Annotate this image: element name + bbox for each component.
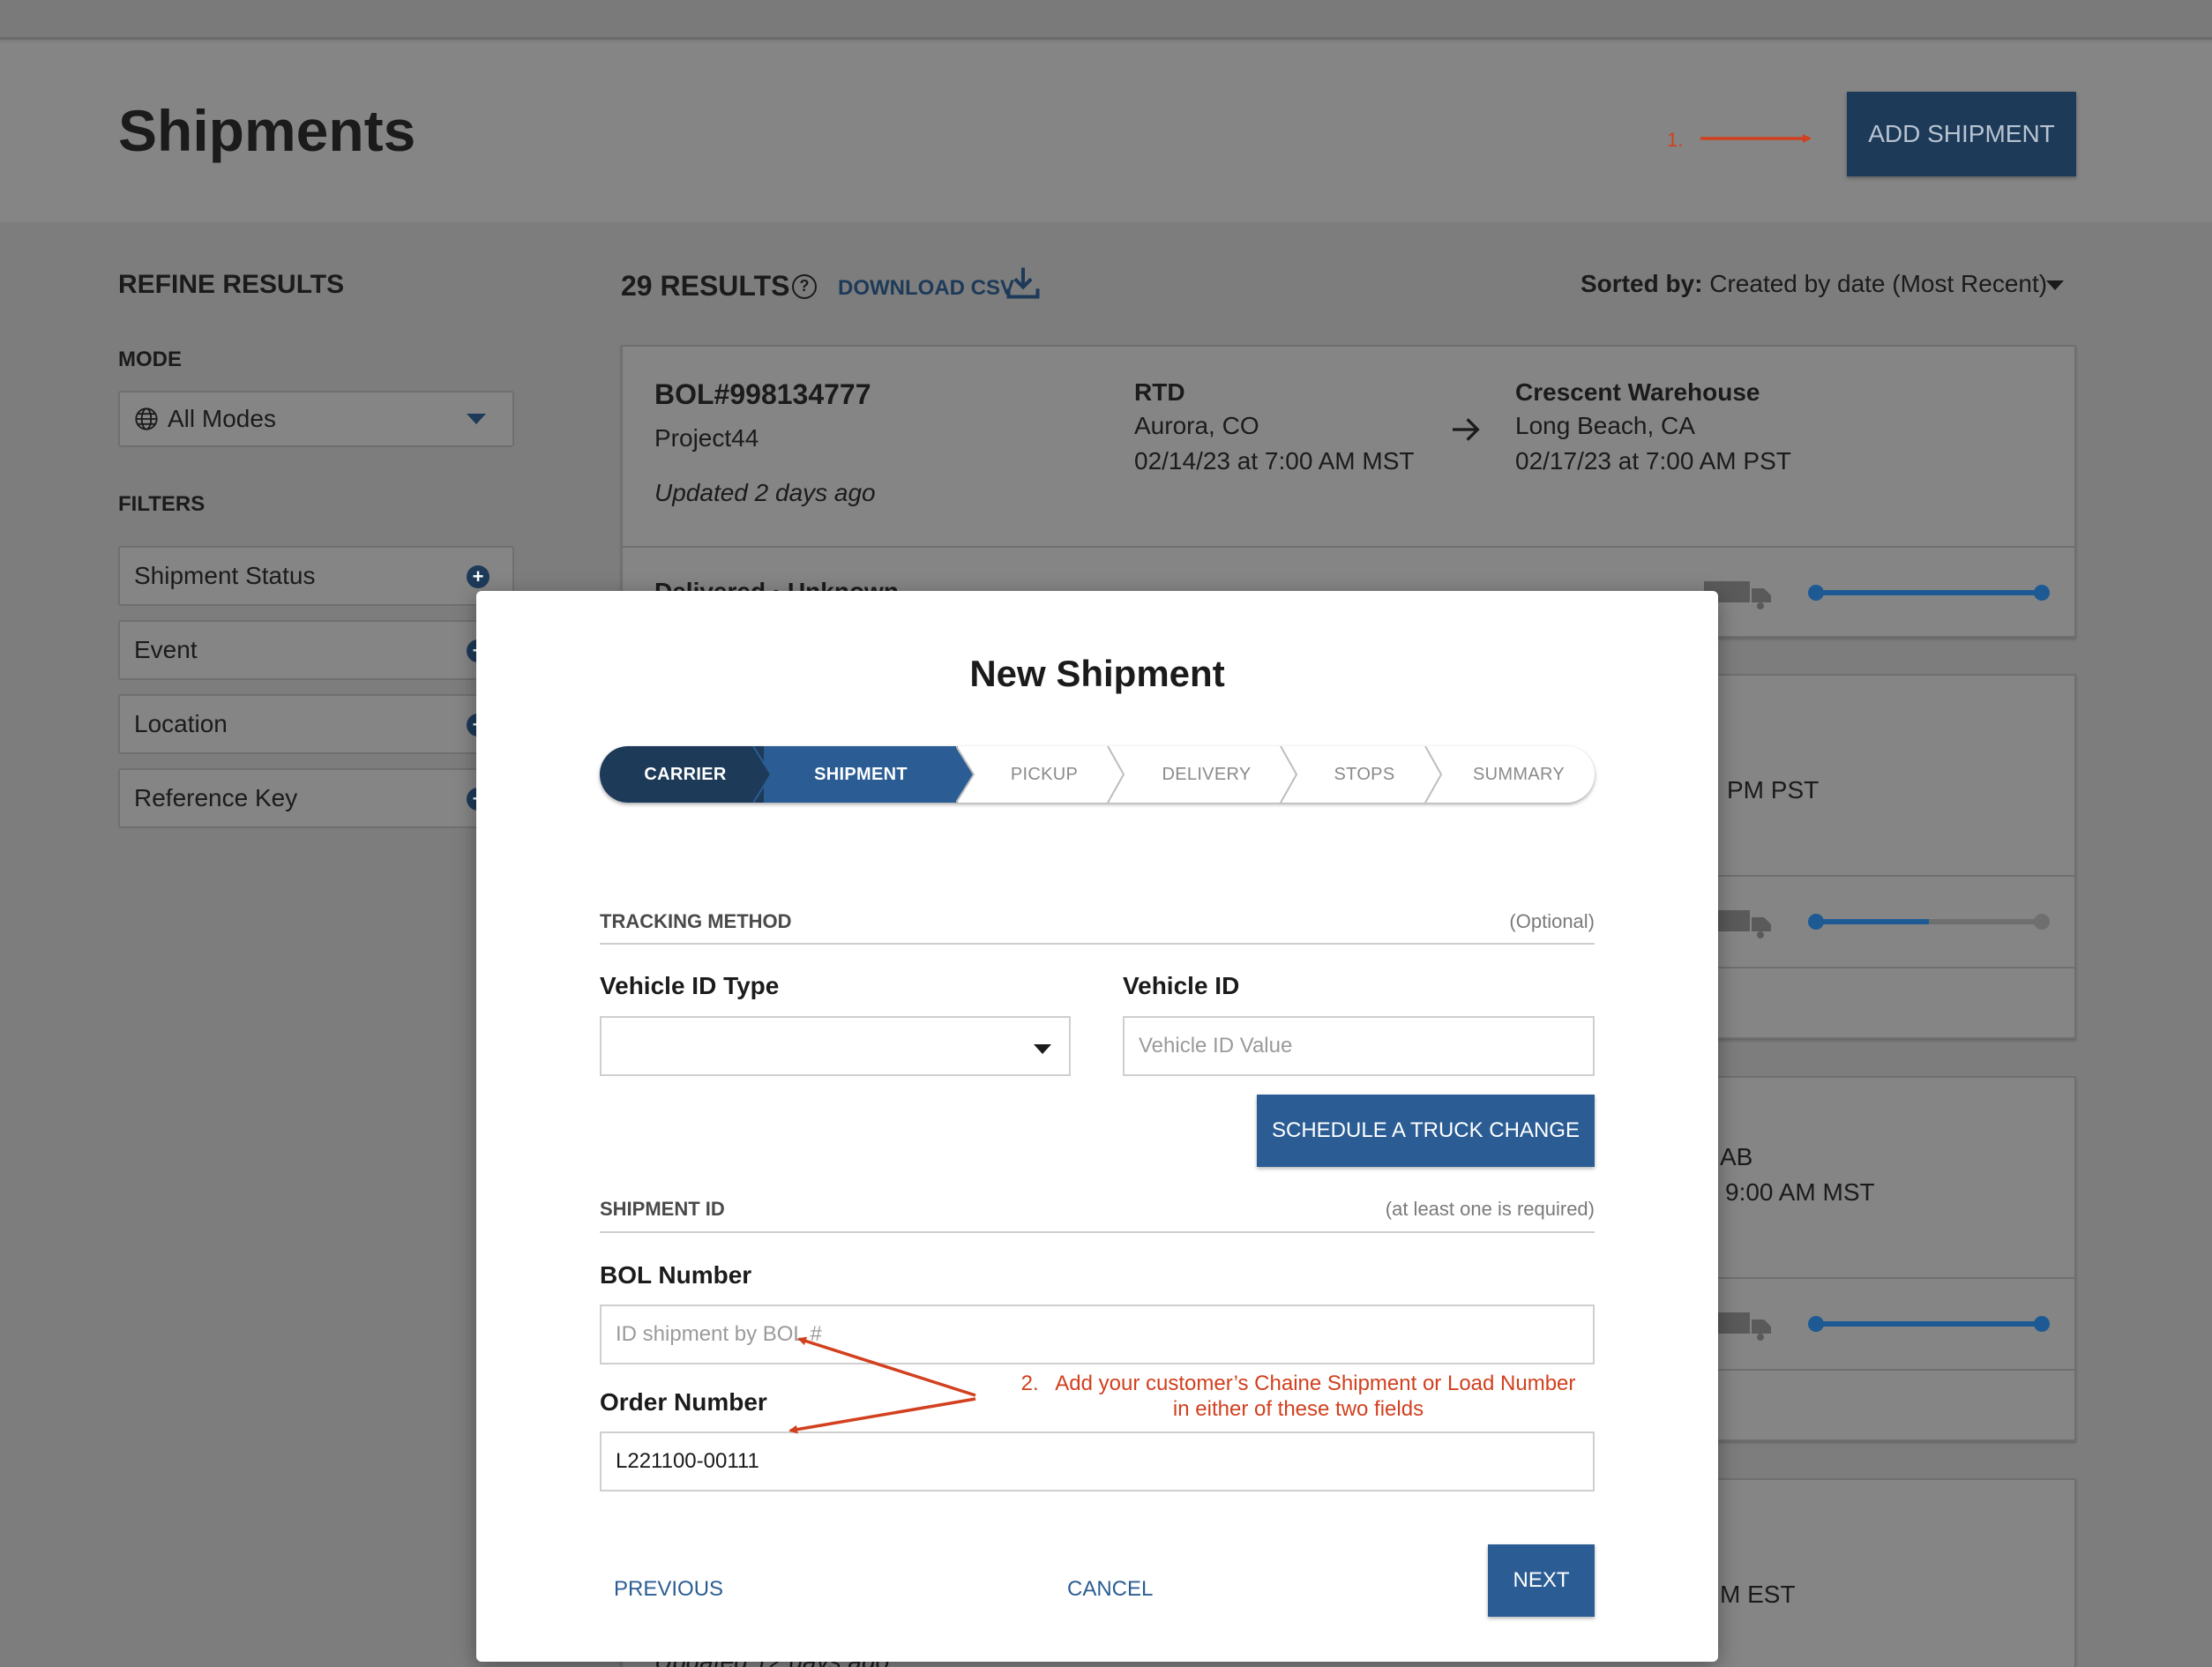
annotation-line-1: Add your customer’s Chaine Shipment or L… [1055, 1372, 1576, 1395]
download-icon[interactable] [1004, 263, 1042, 302]
filters-label: FILTERS [118, 492, 206, 516]
bol-number-input[interactable] [600, 1304, 1595, 1364]
annotation-line-2: in either of these two fields [1172, 1397, 1424, 1421]
updated-time: Updated 2 days ago [654, 479, 876, 506]
progress-fill [1813, 590, 2044, 595]
add-shipment-button[interactable]: ADD SHIPMENT [1847, 92, 2076, 176]
destination-time: 02/17/23 at 7:00 AM PST [1515, 447, 1791, 475]
chevron-down-icon[interactable] [2046, 280, 2064, 290]
vehicle-id-input[interactable] [1123, 1016, 1595, 1076]
filter-location[interactable]: Location + [118, 694, 514, 754]
plus-icon: + [467, 565, 489, 588]
mode-select-value: All Modes [168, 405, 276, 432]
vehicle-id-type-label: Vehicle ID Type [600, 972, 780, 999]
shipment-progress [1808, 914, 2050, 930]
step-shipment[interactable]: SHIPMENT [764, 746, 958, 803]
globe-icon [135, 407, 158, 430]
vehicle-id-label: Vehicle ID [1123, 972, 1240, 999]
filter-shipment-status[interactable]: Shipment Status + [118, 546, 514, 606]
progress-start-dot [1808, 1316, 1824, 1332]
previous-button[interactable]: PREVIOUS [614, 1577, 723, 1602]
filter-label: Reference Key [134, 784, 298, 811]
origin-city: Aurora, CO [1134, 412, 1259, 439]
tracking-method-hint: (Optional) [1509, 910, 1595, 932]
next-button[interactable]: NEXT [1488, 1544, 1595, 1617]
step-summary[interactable]: SUMMARY [1443, 746, 1595, 803]
section-divider [600, 943, 1595, 945]
order-number-input[interactable] [600, 1432, 1595, 1491]
bol-number: BOL#998134777 [654, 378, 871, 410]
shipment-id-heading: SHIPMENT ID [600, 1198, 725, 1220]
card-divider [623, 546, 2074, 548]
chevron-down-icon [467, 414, 486, 424]
bol-number-label: BOL Number [600, 1261, 752, 1289]
step-separator [753, 746, 773, 803]
filter-event[interactable]: Event + [118, 620, 514, 680]
mode-select[interactable]: All Modes [118, 391, 514, 447]
shipment-id-hint: (at least one is required) [1385, 1198, 1595, 1220]
step-separator [1107, 746, 1125, 803]
destination-time: M EST [1720, 1581, 1796, 1608]
shipment-progress [1808, 1316, 2050, 1332]
step-pickup[interactable]: PICKUP [975, 746, 1113, 803]
annotation-step-2: 2. Add your customer’s Chaine Shipment o… [1011, 1371, 1586, 1422]
step-carrier[interactable]: CARRIER [600, 746, 764, 803]
destination-time: PM PST [1727, 776, 1820, 804]
progress-fill [1813, 1321, 2044, 1327]
results-count: 29 RESULTS [621, 270, 790, 302]
page-title: Shipments [118, 98, 416, 163]
annotation-step-1: 1. [1667, 129, 1684, 151]
destination-city: AB [1720, 1143, 1753, 1170]
step-separator [956, 746, 975, 803]
sort-label: Sorted by: [1581, 270, 1703, 297]
filter-label: Event [134, 636, 198, 663]
step-stops[interactable]: STOPS [1298, 746, 1431, 803]
sort-control[interactable]: Sorted by: Created by date (Most Recent) [1581, 270, 2047, 298]
destination-city: Long Beach, CA [1515, 412, 1695, 439]
sort-value: Created by date (Most Recent) [1709, 270, 2048, 297]
step-progress: CARRIER SHIPMENT PICKUP DELIVERY STOPS S… [600, 746, 1595, 803]
origin-time: 02/14/23 at 7:00 AM MST [1134, 447, 1415, 475]
vehicle-id-type-select[interactable] [600, 1016, 1071, 1076]
shipment-progress [1808, 585, 2050, 601]
step-delivery[interactable]: DELIVERY [1125, 746, 1288, 803]
schedule-truck-change-button[interactable]: SCHEDULE A TRUCK CHANGE [1257, 1095, 1595, 1167]
progress-end-dot [2034, 914, 2050, 930]
section-divider [600, 1231, 1595, 1233]
chevron-down-icon [1034, 1044, 1051, 1054]
destination-name: Crescent Warehouse [1515, 378, 1760, 406]
top-bar [0, 0, 2212, 40]
progress-start-dot [1808, 914, 1824, 930]
progress-end-dot [2034, 1316, 2050, 1332]
mode-label: MODE [118, 348, 182, 371]
progress-start-dot [1808, 585, 1824, 601]
refine-results-title: REFINE RESULTS [118, 270, 345, 299]
help-icon[interactable]: ? [792, 274, 817, 299]
annotation-number: 2. [1020, 1372, 1039, 1395]
progress-end-dot [2034, 585, 2050, 601]
new-shipment-modal: New Shipment CARRIER SHIPMENT PICKUP DEL… [476, 591, 1718, 1662]
origin-name: RTD [1134, 378, 1185, 406]
step-separator [1280, 746, 1298, 803]
arrow-right-icon [1453, 418, 1480, 441]
modal-title: New Shipment [969, 653, 1225, 694]
destination-time: 9:00 AM MST [1725, 1178, 1875, 1206]
filter-reference-key[interactable]: Reference Key + [118, 768, 514, 828]
carrier-name: Project44 [654, 424, 759, 452]
cancel-button[interactable]: CANCEL [1067, 1577, 1153, 1602]
progress-fill [1813, 919, 1929, 924]
filter-label: Shipment Status [134, 562, 316, 589]
step-separator [1424, 746, 1443, 803]
tracking-method-heading: TRACKING METHOD [600, 910, 792, 932]
order-number-label: Order Number [600, 1388, 767, 1416]
download-csv-link[interactable]: DOWNLOAD CSV [838, 276, 1014, 301]
filter-label: Location [134, 710, 228, 737]
